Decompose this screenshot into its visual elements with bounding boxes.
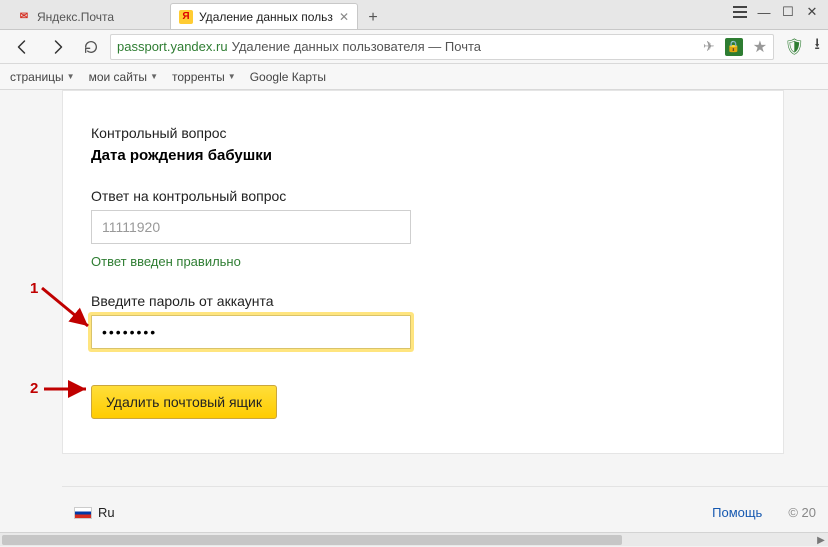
maximize-button[interactable]: ☐: [778, 2, 798, 22]
close-icon[interactable]: ✕: [339, 11, 349, 23]
url-host: passport.yandex.ru: [117, 39, 228, 54]
password-field-label: Введите пароль от аккаунта: [91, 293, 755, 309]
browser-tabstrip: ✉ Яндекс.Почта Я Удаление данных польз ✕…: [0, 0, 828, 30]
download-icon[interactable]: ⭳: [814, 33, 820, 60]
help-link[interactable]: Помощь: [712, 505, 762, 520]
scrollbar-thumb[interactable]: [2, 535, 622, 545]
language-label[interactable]: Ru: [98, 505, 115, 520]
page-footer: Ru Помощь © 20: [62, 486, 828, 532]
yandex-icon: Я: [179, 10, 193, 24]
arrow-right-icon: [48, 38, 66, 56]
envelope-icon: ✉: [17, 10, 31, 24]
new-tab-button[interactable]: +: [360, 7, 386, 29]
bookmark-torrents[interactable]: торренты▼: [172, 70, 236, 84]
lock-icon[interactable]: 🔒: [725, 38, 743, 56]
address-bar[interactable]: passport.yandex.ru Удаление данных польз…: [110, 34, 774, 60]
password-input[interactable]: [91, 315, 411, 349]
hamburger-icon: [733, 6, 747, 18]
close-window-button[interactable]: ✕: [802, 2, 822, 22]
browser-tab-2[interactable]: Я Удаление данных польз ✕: [170, 3, 358, 29]
security-question-text: Дата рождения бабушки: [91, 147, 755, 164]
bookmarks-bar: страницы▼ мои сайты▼ торренты▼ Google Ка…: [0, 64, 828, 90]
browser-tab-1[interactable]: ✉ Яндекс.Почта: [8, 3, 168, 29]
minimize-button[interactable]: —: [754, 2, 774, 22]
answer-field-label: Ответ на контрольный вопрос: [91, 188, 755, 204]
chevron-down-icon: ▼: [67, 72, 75, 81]
annotation-number: 2: [30, 380, 38, 397]
url-title: Удаление данных пользователя — Почта: [232, 39, 481, 54]
security-answer-input[interactable]: [91, 210, 411, 244]
window-controls: — ☐ ✕: [730, 2, 822, 22]
delete-mailbox-button[interactable]: Удалить почтовый ящик: [91, 385, 277, 419]
reload-button[interactable]: [76, 34, 106, 60]
back-button[interactable]: [8, 34, 38, 60]
shield-icon[interactable]: 🛡: [784, 37, 804, 57]
arrow-left-icon: [14, 38, 32, 56]
horizontal-scrollbar[interactable]: ▶: [0, 532, 828, 546]
bookmark-googlemaps[interactable]: Google Карты: [250, 70, 326, 84]
reload-icon: [83, 39, 99, 55]
annotation-number: 1: [30, 280, 38, 297]
browser-toolbar: passport.yandex.ru Удаление данных польз…: [0, 30, 828, 64]
delete-account-card: Контрольный вопрос Дата рождения бабушки…: [62, 90, 784, 454]
chevron-down-icon: ▼: [150, 72, 158, 81]
copyright-text: © 20: [788, 505, 816, 520]
send-icon[interactable]: ✈: [703, 38, 715, 55]
scroll-right-icon[interactable]: ▶: [814, 533, 828, 547]
tab-label: Яндекс.Почта: [37, 10, 159, 24]
answer-correct-message: Ответ введен правильно: [91, 254, 755, 269]
security-question-heading: Контрольный вопрос: [91, 125, 755, 141]
page-viewport: Контрольный вопрос Дата рождения бабушки…: [0, 90, 828, 532]
tab-label: Удаление данных польз: [199, 10, 333, 24]
bookmark-star-icon[interactable]: ★: [753, 37, 767, 57]
menu-button[interactable]: [730, 2, 750, 22]
bookmark-pages[interactable]: страницы▼: [10, 70, 75, 84]
chevron-down-icon: ▼: [228, 72, 236, 81]
forward-button[interactable]: [42, 34, 72, 60]
bookmark-mysites[interactable]: мои сайты▼: [89, 70, 158, 84]
flag-ru-icon: [74, 507, 92, 519]
